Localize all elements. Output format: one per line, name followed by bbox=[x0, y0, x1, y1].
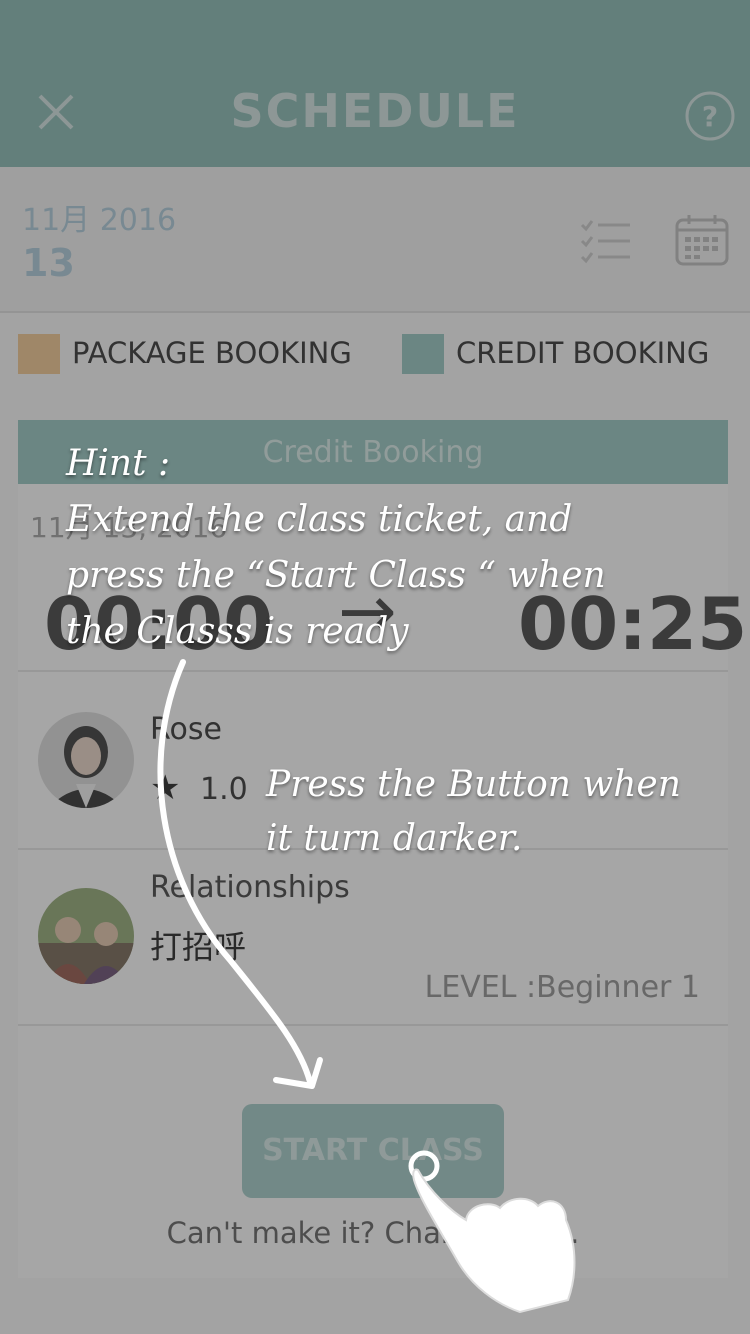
hint-line: the Classs is ready bbox=[66, 611, 409, 652]
hint-title: Hint : bbox=[66, 443, 171, 484]
hint-line: Extend the class ticket, and bbox=[66, 499, 573, 540]
hint-line: press the “Start Class “ when bbox=[66, 555, 606, 596]
hint-block-button: Press the Button when it turn darker. bbox=[266, 758, 681, 866]
hint-line: Press the Button when bbox=[266, 764, 681, 805]
hint-block-top: Hint : Extend the class ticket, and pres… bbox=[66, 436, 606, 660]
hint-line: it turn darker. bbox=[266, 818, 523, 859]
tutorial-overlay[interactable] bbox=[0, 0, 750, 1334]
